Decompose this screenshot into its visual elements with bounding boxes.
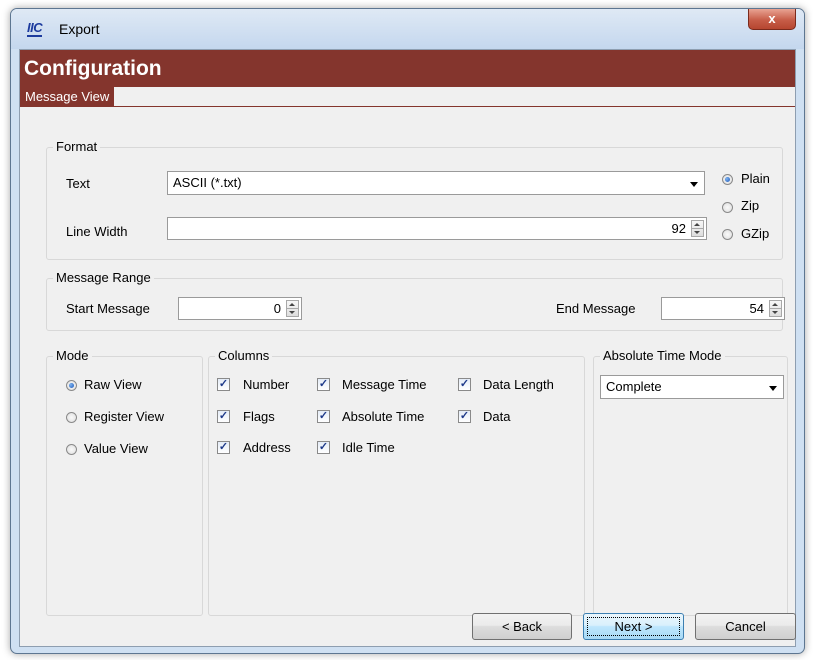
flags-label: Flags [243,409,275,424]
mode-group-title: Mode [53,348,92,364]
columns-group-title: Columns [215,348,273,364]
page-title: Configuration [24,57,162,80]
end-message-label: End Message [556,301,636,316]
arrow-down-icon [694,231,700,234]
format-group: Format [46,139,783,260]
address-checkbox[interactable]: ✓ [217,441,230,454]
close-button[interactable]: x [748,9,796,30]
spin-buttons[interactable] [769,300,782,317]
value-view-radio[interactable] [66,444,77,455]
zip-label: Zip [741,198,760,213]
gzip-label: GZip [741,226,770,241]
start-message-value: 0 [273,301,281,316]
arrow-up-icon [694,223,700,226]
absolute-time-label: Absolute Time [342,409,425,424]
tab-message-view[interactable]: Message View [20,87,115,107]
start-message-stepper[interactable]: 0 [178,297,302,320]
line-width-label: Line Width [66,224,128,239]
next-button[interactable]: Next > [583,613,684,640]
message-time-label: Message Time [342,377,427,392]
data-label: Data [483,409,511,424]
zip-radio[interactable] [722,202,733,213]
data-length-checkbox[interactable]: ✓ [458,378,471,391]
register-view-label: Register View [84,409,164,424]
mode-group: Mode [46,348,203,616]
arrow-up-icon [772,303,778,306]
line-width-value: 92 [671,221,686,236]
spin-buttons[interactable] [286,300,299,317]
absolute-time-mode-group-title: Absolute Time Mode [600,348,725,364]
chevron-down-icon [690,182,698,187]
data-length-label: Data Length [483,377,554,392]
text-label: Text [66,176,90,191]
absolute-time-checkbox[interactable]: ✓ [317,410,330,423]
absolute-time-mode-value: Complete [606,379,662,394]
arrow-up-icon [289,303,295,306]
absolute-time-mode-dropdown[interactable]: Complete [600,375,784,399]
raw-view-radio[interactable] [66,380,77,391]
idle-time-label: Idle Time [342,440,395,455]
cancel-button[interactable]: Cancel [695,613,796,640]
raw-view-label: Raw View [84,377,142,392]
gzip-radio[interactable] [722,229,733,240]
register-view-radio[interactable] [66,412,77,423]
back-button[interactable]: < Back [472,613,572,640]
flags-checkbox[interactable]: ✓ [217,410,230,423]
text-format-dropdown[interactable]: ASCII (*.txt) [167,171,705,195]
app-logo-icon: IIC [27,20,43,37]
value-view-label: Value View [84,441,148,456]
text-format-value: ASCII (*.txt) [173,175,242,190]
next-button-label: Next > [614,619,653,634]
message-time-checkbox[interactable]: ✓ [317,378,330,391]
arrow-down-icon [772,311,778,314]
export-dialog: IIC Export x Configuration Message View … [10,8,805,654]
columns-group: Columns [208,348,585,616]
number-checkbox[interactable]: ✓ [217,378,230,391]
dialog-content: Configuration Message View Format Text A… [19,49,796,647]
spin-buttons[interactable] [691,220,704,237]
config-header: Configuration [20,50,795,87]
plain-radio[interactable] [722,174,733,185]
message-range-group-title: Message Range [53,270,154,286]
chevron-down-icon [769,386,777,391]
tab-divider [20,106,795,107]
end-message-value: 54 [749,301,764,316]
window-title: Export [59,21,100,37]
end-message-stepper[interactable]: 54 [661,297,785,320]
idle-time-checkbox[interactable]: ✓ [317,441,330,454]
title-bar[interactable]: IIC Export x [11,9,804,49]
number-label: Number [243,377,290,392]
format-group-title: Format [53,139,101,155]
line-width-stepper[interactable]: 92 [167,217,707,240]
address-label: Address [243,440,291,455]
arrow-down-icon [289,311,295,314]
data-checkbox[interactable]: ✓ [458,410,471,423]
start-message-label: Start Message [66,301,150,316]
plain-label: Plain [741,171,770,186]
